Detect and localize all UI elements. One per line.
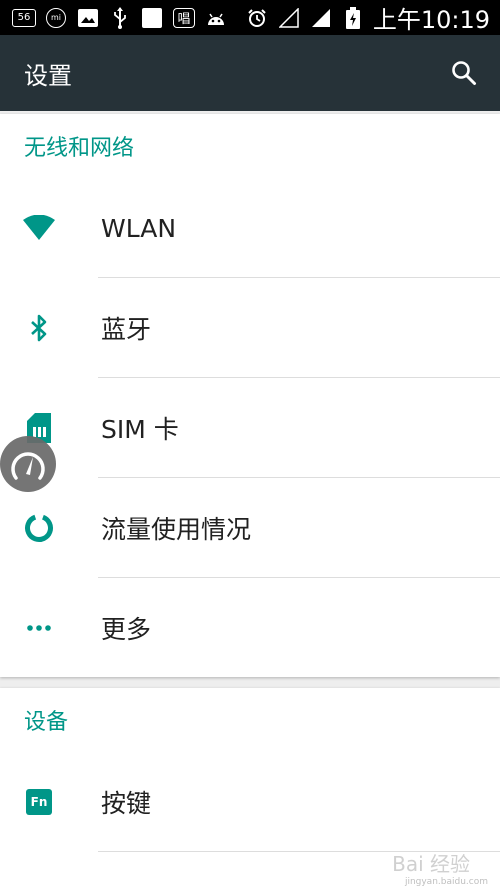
alarm-icon <box>245 7 269 29</box>
settings-item-data-usage[interactable]: 流量使用情况 <box>0 478 500 578</box>
section-title-device: 设备 <box>24 710 69 735</box>
signal-full-icon <box>309 7 333 29</box>
mi-icon: mi <box>44 7 68 29</box>
android-icon <box>204 7 228 29</box>
settings-item-label: 流量使用情况 <box>101 515 252 544</box>
watermark-url: jingyan.baidu.com <box>404 877 488 887</box>
badge-count: 56 <box>12 8 36 27</box>
clock: 上午10:19 <box>372 6 490 34</box>
wireless-networks-card: 无线和网络 WLAN 蓝牙 SIM 卡 流量使用情况 更多 <box>0 114 500 677</box>
app-toolbar: 设置 <box>0 35 500 111</box>
settings-item-sim[interactable]: SIM 卡 <box>0 378 500 478</box>
search-button[interactable] <box>448 57 480 89</box>
status-bar: 56 mi 唱 上午10:19 <box>0 0 500 35</box>
settings-item-bluetooth[interactable]: 蓝牙 <box>0 278 500 378</box>
usb-icon <box>108 6 132 29</box>
floating-assistant-button[interactable] <box>0 436 56 492</box>
watermark: Bai 经验 <box>392 852 470 876</box>
data-usage-icon <box>22 511 56 545</box>
sing-label: 唱 <box>173 7 195 28</box>
bluetooth-icon <box>22 311 56 345</box>
wifi-icon <box>22 211 56 245</box>
fn-key-label: Fn <box>26 789 52 815</box>
signal-empty-icon <box>277 7 301 29</box>
image-icon <box>76 7 100 29</box>
search-icon <box>452 61 476 85</box>
battery-charging-icon <box>341 6 365 29</box>
sing-icon: 唱 <box>172 7 196 29</box>
fn-key-icon: Fn <box>22 785 56 819</box>
settings-item-label: WLAN <box>101 213 177 243</box>
more-dots-icon <box>22 611 56 645</box>
settings-item-label: 更多 <box>101 615 152 644</box>
settings-item-wlan[interactable]: WLAN <box>0 178 500 278</box>
badge-56-icon: 56 <box>12 7 36 29</box>
settings-item-label: 蓝牙 <box>101 315 152 344</box>
page-title: 设置 <box>24 61 72 90</box>
section-title-wireless: 无线和网络 <box>24 136 135 161</box>
settings-item-keys[interactable]: Fn 按键 <box>0 752 500 852</box>
white-square-icon <box>140 7 164 29</box>
settings-item-more[interactable]: 更多 <box>0 578 500 678</box>
settings-item-label: 按键 <box>101 789 152 818</box>
mi-label: mi <box>46 7 66 28</box>
gauge-icon <box>11 452 45 480</box>
settings-item-label: SIM 卡 <box>101 415 179 444</box>
